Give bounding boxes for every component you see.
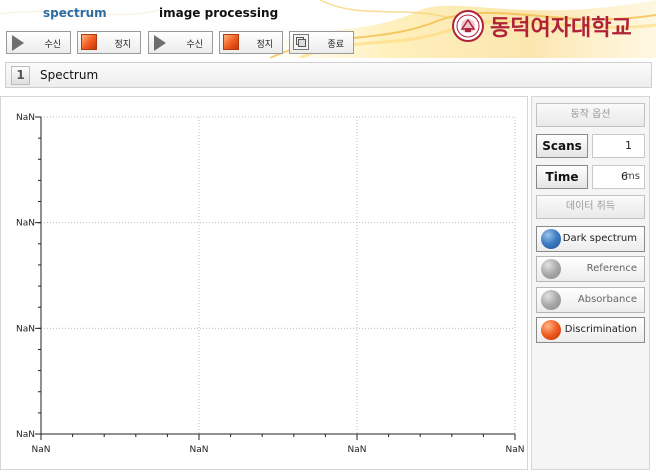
operation-options-button[interactable]: 동작 옵션: [536, 103, 645, 127]
reference-label: Reference: [586, 263, 637, 274]
control-panel: 동작 옵션 Scans 1 Time 6 ms 데이터 취득 Dark spec…: [531, 96, 650, 470]
x-tick-label: NaN: [348, 445, 367, 455]
image-receive-label: 수신: [186, 40, 203, 50]
discrimination-label: Discrimination: [564, 324, 637, 335]
tab-spectrum[interactable]: Spectrum: [40, 68, 98, 82]
stop-icon: [81, 34, 97, 50]
absorbance-label: Absorbance: [577, 294, 637, 305]
status-dot-icon: [541, 229, 561, 249]
image-receive-button[interactable]: 수신: [148, 31, 213, 54]
spectrum-stop-button[interactable]: 정지: [77, 31, 141, 54]
university-name: 동덕여자대학교: [490, 16, 632, 41]
exit-button[interactable]: 종료: [289, 31, 354, 54]
university-seal-icon: [452, 10, 484, 42]
time-row: Time 6 ms: [536, 165, 645, 189]
exit-label: 종료: [327, 40, 344, 50]
time-label[interactable]: Time: [536, 165, 588, 189]
image-stop-button[interactable]: 정지: [219, 31, 283, 54]
university-logo: 동덕여자대학교: [452, 10, 632, 42]
y-tick-label: NaN: [16, 219, 35, 229]
spectrum-chart-area: NaN NaN NaN NaN NaN NaN NaN NaN: [0, 96, 528, 470]
acquire-data-button[interactable]: 데이터 취득: [536, 195, 645, 219]
section-label-image-processing: image processing: [159, 6, 279, 20]
header-bar: spectrum image processing 수신 정지 수신 정지 종료…: [0, 0, 656, 58]
dark-spectrum-button[interactable]: Dark spectrum: [536, 226, 645, 252]
absorbance-button[interactable]: Absorbance: [536, 287, 645, 313]
y-tick-label: NaN: [16, 113, 35, 123]
scans-value: 1: [625, 139, 632, 152]
reference-button[interactable]: Reference: [536, 256, 645, 282]
tab-bar: 1 Spectrum: [5, 62, 652, 88]
play-icon: [10, 34, 24, 51]
scans-label[interactable]: Scans: [536, 134, 588, 158]
x-tick-label: NaN: [506, 445, 525, 455]
y-tick-label: NaN: [16, 324, 35, 334]
scans-row: Scans 1: [536, 134, 645, 158]
x-tick-label: NaN: [190, 445, 209, 455]
spectrum-chart[interactable]: NaN NaN NaN NaN NaN NaN NaN NaN: [1, 97, 527, 469]
status-dot-icon: [541, 290, 561, 310]
status-dot-icon: [541, 320, 561, 340]
y-tick-label: NaN: [16, 430, 35, 440]
play-icon: [152, 34, 166, 51]
x-tick-label: NaN: [32, 445, 51, 455]
time-unit: ms: [625, 171, 640, 182]
status-dot-icon: [541, 259, 561, 279]
spectrum-stop-label: 정지: [114, 40, 131, 50]
dark-spectrum-label: Dark spectrum: [562, 233, 637, 244]
tab-number[interactable]: 1: [11, 66, 30, 85]
image-stop-label: 정지: [256, 40, 273, 50]
scans-field[interactable]: 1: [592, 134, 645, 158]
section-label-spectrum: spectrum: [43, 6, 107, 20]
discrimination-button[interactable]: Discrimination: [536, 317, 645, 343]
stop-icon: [223, 34, 239, 50]
spectrum-receive-label: 수신: [44, 40, 61, 50]
exit-window-icon: [293, 34, 309, 50]
time-field[interactable]: 6 ms: [592, 165, 645, 189]
spectrum-receive-button[interactable]: 수신: [6, 31, 71, 54]
